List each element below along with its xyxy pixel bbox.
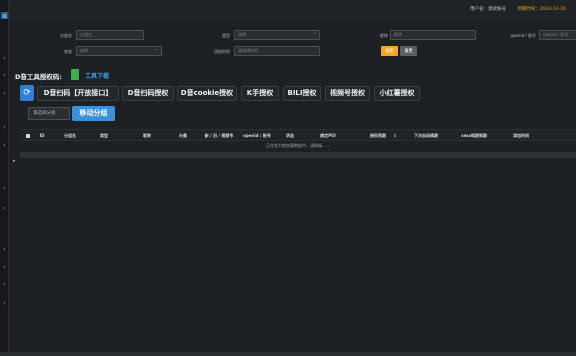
xiaohongshu-auth-button[interactable]: 小红薯授权 bbox=[374, 86, 420, 101]
tool-auth-title: D音工具授权码: bbox=[15, 73, 62, 81]
bili-auth-button[interactable]: BILI授权 bbox=[283, 86, 321, 101]
sidebar-chevron-icon[interactable]: ‹ bbox=[1, 124, 8, 132]
refresh-button[interactable]: ⟳ bbox=[20, 85, 34, 101]
nickname-label: 昵称 bbox=[380, 33, 388, 38]
table-scrollbar[interactable] bbox=[20, 152, 576, 158]
app-root: ▣ ‹ ‹ ‹ ‹ ‹ ‹ ‹ ‹ ‹ ‹ ‹ 用户名：测试帐号 到期时间：20… bbox=[0, 0, 576, 356]
sidebar-chevron-icon[interactable]: ‹ bbox=[1, 185, 8, 193]
search-button[interactable]: 搜索 bbox=[381, 46, 398, 56]
group-name-input[interactable]: 分组名 bbox=[76, 30, 144, 40]
date-input[interactable]: 请选择时间 bbox=[234, 46, 320, 56]
sidebar-chevron-icon[interactable]: ‹ bbox=[1, 264, 8, 272]
video-account-auth-button[interactable]: 视频号授权 bbox=[325, 86, 370, 101]
filter-form: 分组名 分组名 类型 选择 昵称 昵称 openid / 账号 openid /… bbox=[9, 22, 576, 62]
group-select[interactable]: 请选择分组 bbox=[28, 107, 70, 120]
sidebar-chevron-icon[interactable]: ‹ bbox=[1, 142, 8, 150]
sidebar-chevron-icon[interactable]: ‹ bbox=[1, 300, 8, 308]
sidebar-rail: ▣ ‹ ‹ ‹ ‹ ‹ ‹ ‹ ‹ ‹ ‹ ‹ bbox=[0, 0, 9, 356]
sidebar-chevron-icon[interactable]: ‹ bbox=[1, 72, 8, 80]
sidebar-chevron-icon[interactable]: ‹ bbox=[1, 246, 8, 254]
expire-info: 到期时间：2024-12-26 bbox=[517, 7, 566, 12]
table-loading-text: 正在努力地加载数据中，请稍候…… bbox=[20, 141, 576, 151]
status-label: 状态 bbox=[64, 49, 72, 54]
openid-label: openid / 账号 bbox=[510, 33, 536, 38]
douyin-scan-auth-button[interactable]: D音扫码授权 bbox=[122, 86, 174, 101]
app-logo-icon: ▣ bbox=[0, 11, 9, 21]
select-all-checkbox[interactable] bbox=[26, 134, 30, 138]
douyin-scan-open-button[interactable]: D音扫码【开放接口】 bbox=[37, 86, 119, 101]
status-select[interactable]: 选择 bbox=[76, 46, 162, 56]
kuaishou-auth-button[interactable]: K手授权 bbox=[241, 86, 279, 101]
date-label: 添加时间 bbox=[214, 49, 230, 54]
bottom-bar bbox=[0, 352, 576, 356]
douyin-cookie-auth-button[interactable]: D音cookie授权 bbox=[177, 86, 237, 101]
openid-input[interactable]: openid / 账号 bbox=[539, 30, 576, 40]
group-name-label: 分组名 bbox=[60, 33, 72, 38]
expand-arrow-icon[interactable]: ▸ bbox=[13, 158, 16, 164]
type-label: 类型 bbox=[222, 33, 230, 38]
sidebar-chevron-icon[interactable]: ‹ bbox=[1, 281, 8, 289]
sidebar-chevron-icon[interactable]: ‹ bbox=[1, 205, 8, 213]
qr-code-icon[interactable] bbox=[71, 69, 79, 80]
sidebar-chevron-icon[interactable]: ‹ bbox=[1, 90, 8, 98]
sidebar-chevron-icon[interactable]: ‹ bbox=[1, 55, 8, 63]
top-bar: 用户名：测试帐号 到期时间：2024-12-26 bbox=[9, 0, 576, 22]
refresh-icon: ⟳ bbox=[23, 88, 31, 98]
user-info: 用户名：测试帐号 bbox=[470, 7, 506, 12]
reset-button[interactable]: 重置 bbox=[400, 46, 417, 56]
type-select[interactable]: 选择 bbox=[234, 30, 320, 40]
table-header: ID 分组名 类型 昵称 头像 新 / 旧 / 视频号 openid / 账号 … bbox=[20, 129, 576, 141]
tool-download-link[interactable]: 工具下载 bbox=[85, 71, 109, 80]
move-group-button[interactable]: 移动分组 bbox=[72, 106, 115, 121]
nickname-input[interactable]: 昵称 bbox=[390, 30, 476, 40]
